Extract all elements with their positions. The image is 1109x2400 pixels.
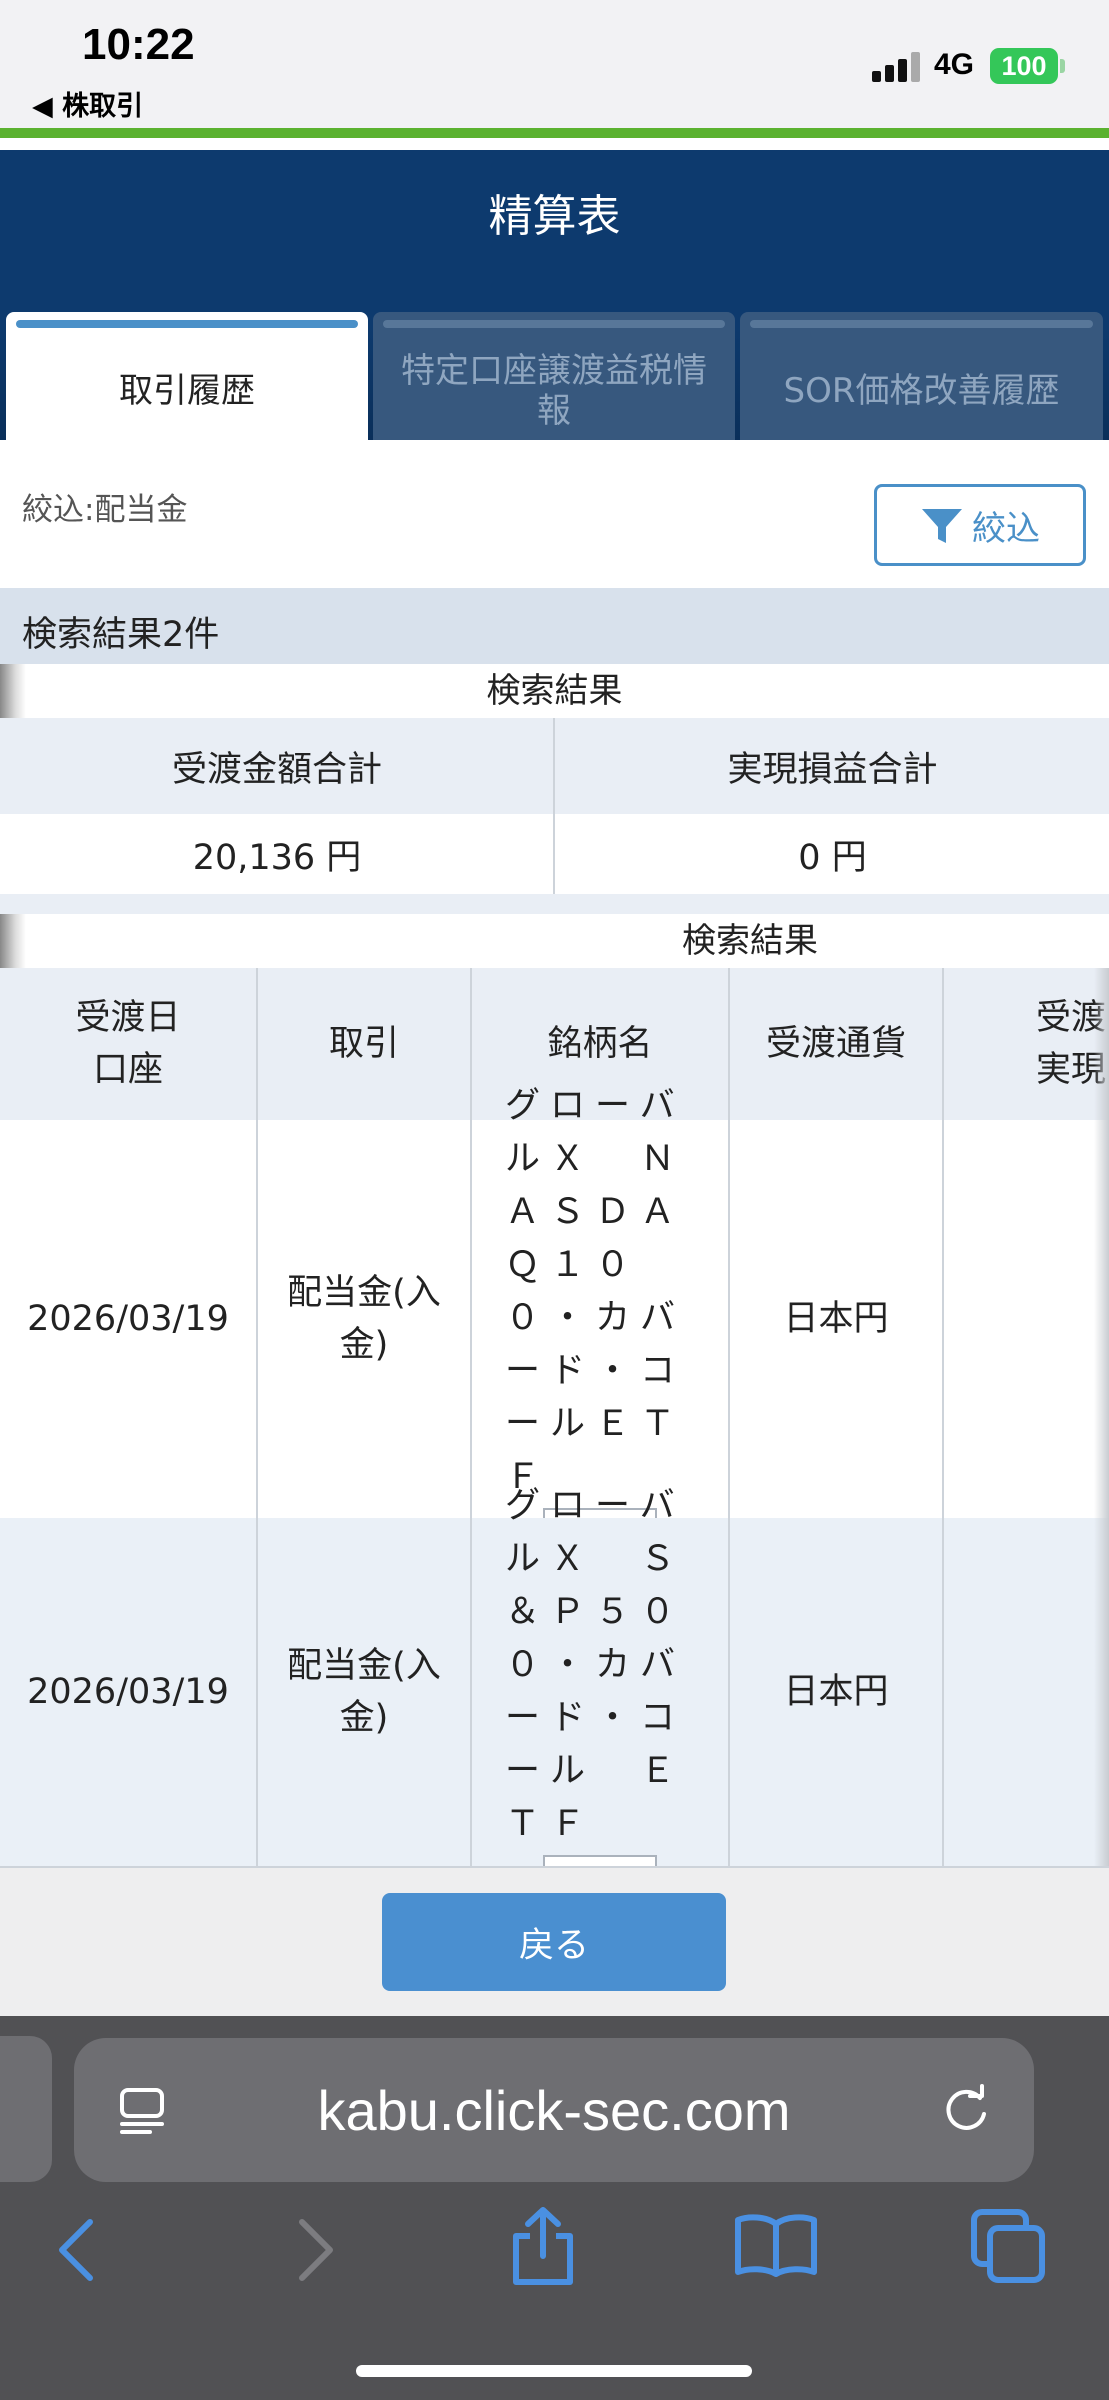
summary-header-amount: 受渡金額合計 — [171, 749, 382, 790]
filter-icon — [922, 509, 962, 543]
battery-tip — [1060, 59, 1065, 73]
header-trade: 取引 — [328, 1024, 399, 1064]
filter-row: 絞込:配当金 絞込 — [0, 440, 1109, 588]
row-security[interactable]: グローバルＸ ＮＡＳＤＡＱ１００・カバード・コールＥＴＦ 2865 — [472, 1086, 728, 1558]
battery-icon: 100 — [990, 48, 1058, 84]
header-date-account: 受渡日 口座 — [75, 998, 181, 1090]
footer-area: 戻る — [0, 1868, 1109, 2016]
status-bar: 10:22 ◀ 株取引 4G 100 — [0, 0, 1109, 128]
summary-header-profit: 実現損益合計 — [727, 749, 938, 790]
scroll-shadow — [0, 914, 26, 968]
scroll-shadow — [0, 664, 26, 718]
tab-label: 取引履歴 — [119, 371, 255, 411]
security-name: グローバルＸ Ｓ＆Ｐ５００・カバード・コール ＥＴＦ — [505, 1485, 686, 1844]
row-date: 2026/03/19 — [27, 1299, 229, 1339]
result-count: 検索結果2件 — [22, 615, 220, 655]
tabs-icon[interactable] — [970, 2208, 1046, 2284]
back-to-app-link[interactable]: ◀ 株取引 — [32, 84, 143, 123]
row-date: 2026/03/19 — [27, 1672, 229, 1712]
tab-trade-history[interactable]: 取引履歴 — [6, 312, 368, 440]
tab-label: 特定口座譲渡益税情報 — [401, 351, 707, 431]
security-name: グローバルＸ ＮＡＳＤＡＱ１００・カバード・コールＥＴＦ — [505, 1086, 686, 1497]
share-icon[interactable] — [508, 2206, 578, 2286]
row-trade: 配当金(入金) — [287, 1273, 441, 1365]
row-currency: 日本円 — [783, 1299, 889, 1339]
back-button[interactable]: 戻る — [382, 1893, 726, 1991]
page-header: 精算表 取引履歴 特定口座譲渡益税情報 SOR価格改善履歴 — [0, 150, 1109, 440]
result-count-bar: 検索結果2件 — [0, 588, 1109, 664]
header-currency: 受渡通貨 — [765, 1024, 906, 1064]
row-trade: 配当金(入金) — [287, 1646, 441, 1738]
summary-amount-value: 20,136 円 — [192, 837, 362, 878]
page-title: 精算表 — [488, 191, 621, 242]
home-indicator — [356, 2365, 752, 2377]
url-text: kabu.click-sec.com — [317, 2078, 791, 2142]
tab-sor-history[interactable]: SOR価格改善履歴 — [740, 312, 1103, 440]
reload-icon[interactable] — [940, 2084, 992, 2136]
tab-tax-info[interactable]: 特定口座譲渡益税情報 — [373, 312, 735, 440]
bookmarks-icon[interactable] — [734, 2212, 818, 2278]
summary-title: 検索結果 — [0, 664, 1109, 718]
filter-button-label: 絞込 — [972, 508, 1040, 549]
tab-label: SOR価格改善履歴 — [783, 371, 1060, 411]
status-time: 10:22 — [82, 20, 195, 69]
browser-back-icon[interactable] — [56, 2218, 96, 2282]
network-type: 4G — [934, 48, 975, 81]
previous-tab-stub[interactable] — [0, 2036, 52, 2182]
detail-title: 検索結果 — [682, 921, 818, 961]
summary-profit-value: 0 円 — [798, 837, 867, 878]
row-currency: 日本円 — [783, 1672, 889, 1712]
scroll-shadow-right — [1094, 968, 1109, 1868]
address-bar[interactable]: kabu.click-sec.com — [74, 2038, 1034, 2182]
row-security[interactable]: グローバルＸ Ｓ＆Ｐ５００・カバード・コール ＥＴＦ 2868 — [472, 1486, 728, 1905]
cellular-signal-icon — [872, 52, 924, 82]
reader-mode-icon[interactable] — [116, 2084, 168, 2136]
browser-forward-icon[interactable] — [296, 2218, 336, 2282]
filter-button[interactable]: 絞込 — [874, 484, 1086, 566]
current-filter: 絞込:配当金 — [22, 492, 188, 528]
accent-line — [0, 128, 1109, 138]
